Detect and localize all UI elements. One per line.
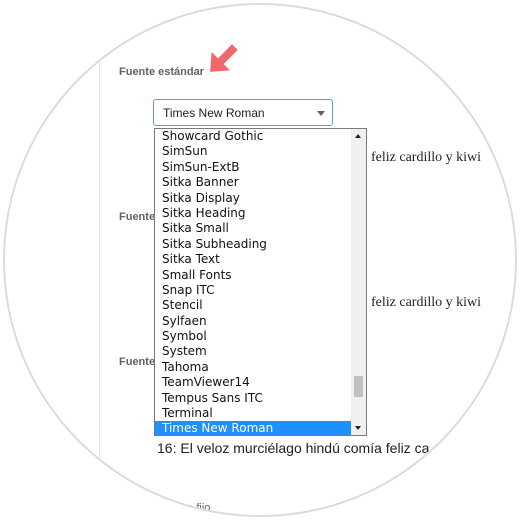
option-teamviewer14[interactable]: TeamViewer14 bbox=[155, 375, 351, 390]
dropdown-scrollbar[interactable] bbox=[351, 129, 366, 435]
sans-font-label: Fuente bbox=[119, 356, 156, 368]
option-simsun-extb[interactable]: SimSun-ExtB bbox=[155, 160, 351, 175]
section-divider bbox=[99, 5, 100, 515]
option-sitka-subheading[interactable]: Sitka Subheading bbox=[155, 237, 351, 252]
option-small-fonts[interactable]: Small Fonts bbox=[155, 268, 351, 283]
option-system[interactable]: System bbox=[155, 344, 351, 359]
scroll-up-button[interactable] bbox=[351, 129, 366, 144]
font-sample-3: 16: El veloz murciélago hindú comía feli… bbox=[157, 440, 430, 456]
option-tahoma[interactable]: Tahoma bbox=[155, 360, 351, 375]
option-sitka-heading[interactable]: Sitka Heading bbox=[155, 206, 351, 221]
standard-font-select[interactable]: Times New Roman bbox=[153, 99, 333, 126]
scrollbar-thumb[interactable] bbox=[354, 376, 363, 397]
option-showcard-gothic[interactable]: Showcard Gothic bbox=[155, 129, 351, 144]
font-sample-1: feliz cardillo y kiwi bbox=[371, 150, 482, 165]
chevron-down-icon bbox=[317, 111, 325, 116]
serif-font-label: Fuente bbox=[119, 211, 156, 223]
option-sitka-banner[interactable]: Sitka Banner bbox=[155, 175, 351, 190]
option-sitka-text[interactable]: Sitka Text bbox=[155, 252, 351, 267]
standard-font-label: Fuente estándar bbox=[119, 66, 204, 78]
option-simsun[interactable]: SimSun bbox=[155, 144, 351, 159]
fixed-font-label: ...e fijo bbox=[178, 502, 211, 514]
option-sitka-display[interactable]: Sitka Display bbox=[155, 191, 351, 206]
option-snap-itc[interactable]: Snap ITC bbox=[155, 283, 351, 298]
font-sample-2: feliz cardillo y kiwi bbox=[371, 295, 482, 310]
option-terminal[interactable]: Terminal bbox=[155, 406, 351, 421]
option-sitka-small[interactable]: Sitka Small bbox=[155, 221, 351, 236]
option-times-new-roman[interactable]: Times New Roman bbox=[155, 421, 351, 435]
circular-frame: Fuente estándar Times New Roman feliz ca… bbox=[3, 3, 517, 517]
font-dropdown-list[interactable]: Showcard Gothic SimSun SimSun-ExtB Sitka… bbox=[154, 128, 367, 436]
option-stencil[interactable]: Stencil bbox=[155, 298, 351, 313]
select-value: Times New Roman bbox=[163, 106, 265, 120]
scroll-down-button[interactable] bbox=[351, 420, 366, 435]
option-symbol[interactable]: Symbol bbox=[155, 329, 351, 344]
option-tempus-sans-itc[interactable]: Tempus Sans ITC bbox=[155, 391, 351, 406]
option-sylfaen[interactable]: Sylfaen bbox=[155, 314, 351, 329]
chevron-down-icon bbox=[355, 426, 361, 430]
chevron-up-icon bbox=[355, 134, 361, 138]
pointer-arrow-icon bbox=[210, 44, 238, 72]
option-list: Showcard Gothic SimSun SimSun-ExtB Sitka… bbox=[155, 129, 351, 435]
